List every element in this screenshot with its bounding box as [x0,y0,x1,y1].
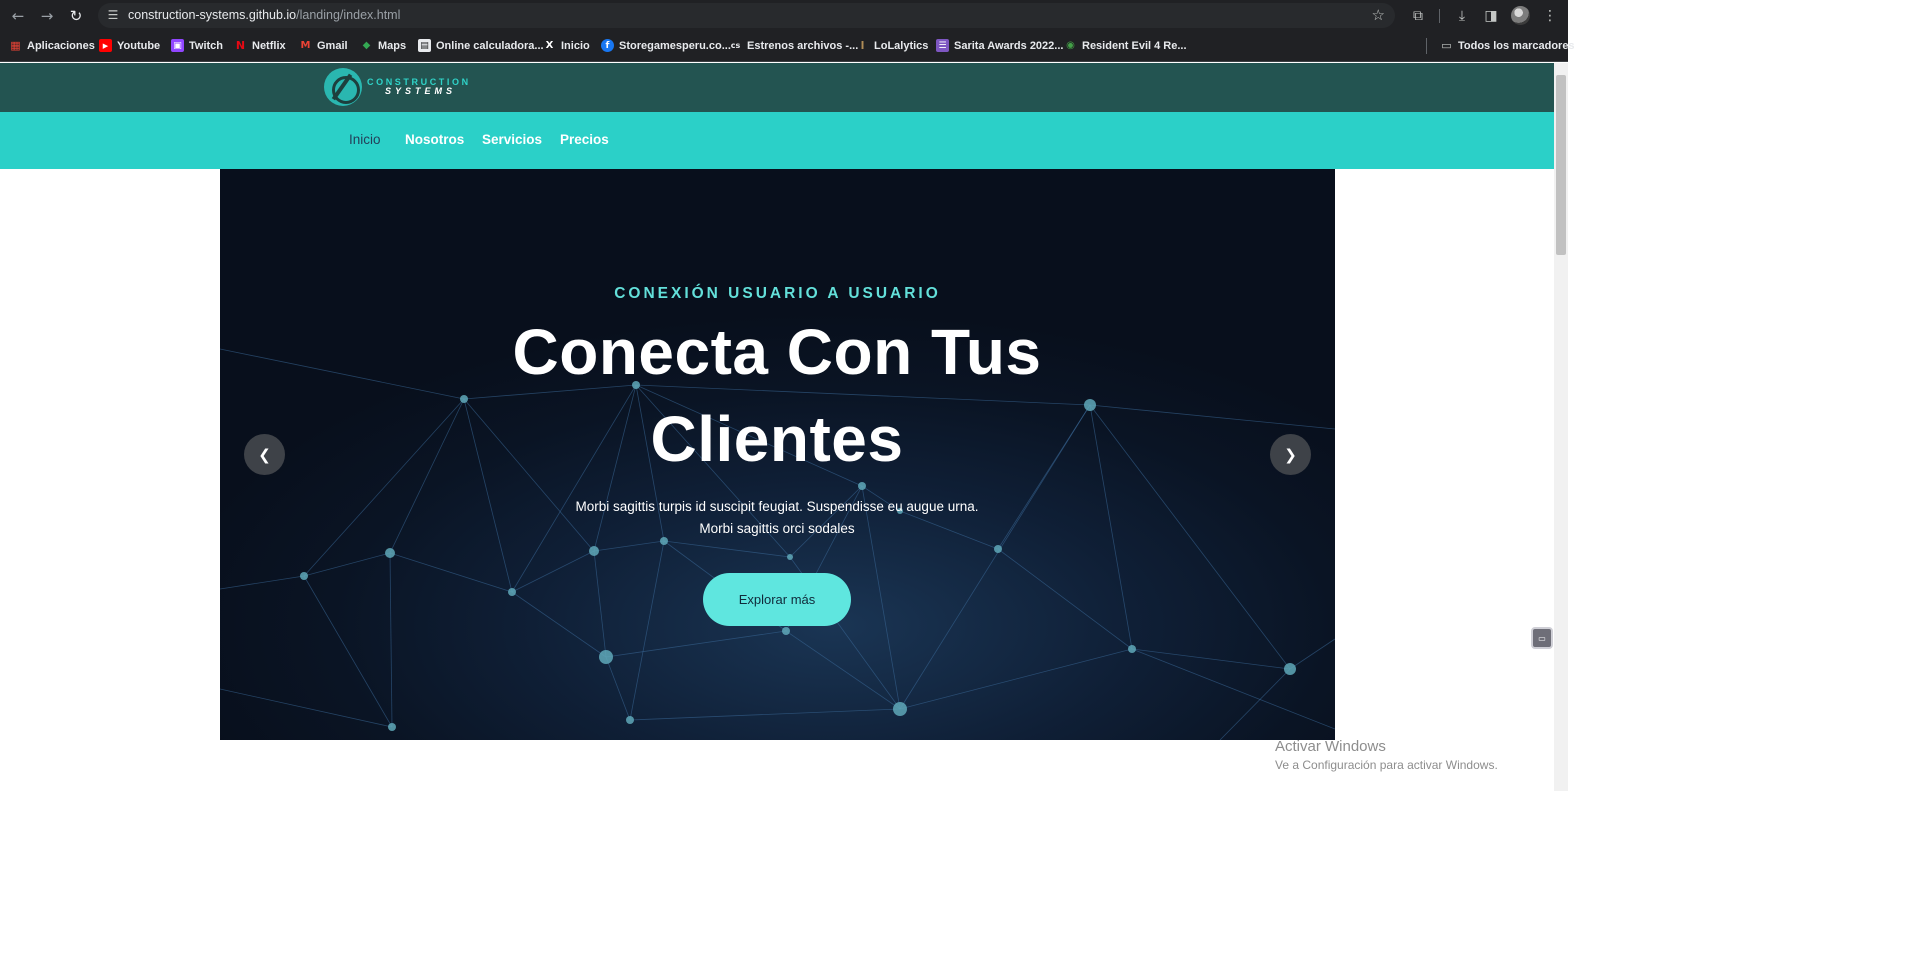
x-logo-icon: X [545,40,554,51]
nav-servicios[interactable]: Servicios [482,132,542,147]
watermark-subtitle: Ve a Configuración para activar Windows. [1275,758,1498,772]
site-header: CONSTRUCTION SYSTEMS [0,63,1554,112]
netflix-icon: N [235,39,246,52]
bookmark-label: Storegamesperu.co... [619,39,731,52]
maps-pin-icon: ◆ [362,40,371,51]
bookmark-resident-evil[interactable]: ◉ Resident Evil 4 Re... [1064,39,1187,52]
menu-icon[interactable]: ⋮ [1539,5,1561,27]
profile-avatar[interactable] [1511,6,1530,25]
bookmarks-separator [1426,38,1427,54]
logo-mark-icon [324,68,362,106]
bookmark-label: Estrenos archivos -... [747,39,859,52]
all-bookmarks-label: Todos los marcadores [1458,39,1575,52]
gamepad-icon: ◉ [1066,40,1075,51]
bookmark-star-icon[interactable]: ☆ [1372,6,1385,24]
bookmark-estrenos-archivos[interactable]: cs Estrenos archivos -... [729,39,859,52]
bookmark-label: Maps [378,39,407,52]
url-text[interactable]: construction-systems.github.io/landing/i… [128,8,400,22]
facebook-icon: f [601,39,614,52]
back-icon[interactable]: ← [7,5,29,27]
cs-icon: cs [730,41,741,50]
site-logo[interactable]: CONSTRUCTION SYSTEMS [324,68,471,106]
bookmark-gmail[interactable]: M Gmail [299,39,348,52]
apps-grid-icon: ▦ [10,39,21,52]
scrollbar-thumb[interactable] [1556,75,1566,255]
bookmark-netflix[interactable]: N Netflix [234,39,286,52]
url-host: construction-systems.github.io [128,8,297,22]
bookmark-inicio-x[interactable]: X Inicio [543,39,590,52]
bookmark-label: Online calculadora... [436,39,544,52]
forward-icon[interactable]: → [36,5,58,27]
carousel-prev-button[interactable]: ❮ [244,434,285,475]
bookmark-label: Sarita Awards 2022... [954,39,1064,52]
chevron-left-icon: ❮ [258,445,271,464]
bookmark-storegamesperu[interactable]: f Storegamesperu.co... [601,39,731,52]
bookmark-label: Gmail [317,39,348,52]
nav-precios[interactable]: Precios [560,132,609,147]
bookmark-label: Twitch [189,39,224,52]
logo-text: CONSTRUCTION SYSTEMS [367,78,471,96]
bookmark-maps[interactable]: ◆ Maps [360,39,406,52]
url-path: /landing/index.html [296,8,401,22]
logo-line-2: SYSTEMS [385,86,457,96]
gmail-icon: M [300,40,311,51]
explore-more-button[interactable]: Explorar más [703,573,851,626]
nav-inicio[interactable]: Inicio [349,132,381,147]
reload-icon[interactable]: ↻ [65,5,87,27]
chat-widget-icon[interactable]: ▭ [1531,627,1553,649]
page-scrollbar[interactable] [1554,63,1568,791]
bookmark-twitch[interactable]: ▣ Twitch [171,39,223,52]
toolbar-separator [1439,9,1440,23]
bookmark-label: Resident Evil 4 Re... [1082,39,1187,52]
hero-description: Morbi sagittis turpis id suscipit feugia… [575,499,979,536]
hero-eyebrow: CONEXIÓN USUARIO A USUARIO [614,285,941,302]
bookmark-label: Netflix [252,39,286,52]
bookmark-label: LoLalytics [874,39,929,52]
twitch-icon: ▣ [171,39,184,52]
bookmark-sarita-awards[interactable]: ☰ Sarita Awards 2022... [936,39,1063,52]
windows-activation-watermark: Activar Windows Ve a Configuración para … [1275,738,1498,772]
side-panel-icon[interactable]: ◨ [1480,5,1502,27]
bookmark-label: Inicio [561,39,590,52]
chevron-right-icon: ❯ [1284,445,1297,464]
main-nav: Inicio Nosotros Servicios Precios [0,112,1554,169]
bookmark-label: Youtube [117,39,161,52]
bookmark-label: Aplicaciones [27,39,95,52]
list-icon: ☰ [936,39,949,52]
extensions-icon[interactable]: ⧉ [1407,5,1429,27]
folder-icon: ▭ [1441,39,1452,52]
lolalytics-icon: l [860,39,865,52]
bookmark-lolalytics[interactable]: l LoLalytics [856,39,929,52]
downloads-icon[interactable]: ⤓ [1451,5,1473,27]
address-bar[interactable]: ☰ construction-systems.github.io/landing… [98,3,1395,28]
bookmarks-bar: ▦ Aplicaciones ▶ Youtube ▣ Twitch N Netf… [0,31,1575,62]
nav-nosotros[interactable]: Nosotros [405,132,464,147]
bookmark-youtube[interactable]: ▶ Youtube [99,39,160,52]
bookmark-aplicaciones[interactable]: ▦ Aplicaciones [9,39,95,52]
bookmark-online-calculadora[interactable]: ▤ Online calculadora... [418,39,544,52]
calculator-icon: ▤ [418,39,431,52]
site-info-icon[interactable]: ☰ [105,7,121,23]
watermark-title: Activar Windows [1275,738,1386,755]
carousel-next-button[interactable]: ❯ [1270,434,1311,475]
all-bookmarks-folder[interactable]: ▭ Todos los marcadores [1440,39,1575,52]
youtube-icon: ▶ [99,39,112,52]
hero-title: Conecta Con Tus Clientes [512,316,1042,475]
browser-toolbar: ← → ↻ ☰ construction-systems.github.io/l… [0,0,1568,31]
hero-carousel: CONEXIÓN USUARIO A USUARIO Conecta Con T… [220,169,1335,740]
